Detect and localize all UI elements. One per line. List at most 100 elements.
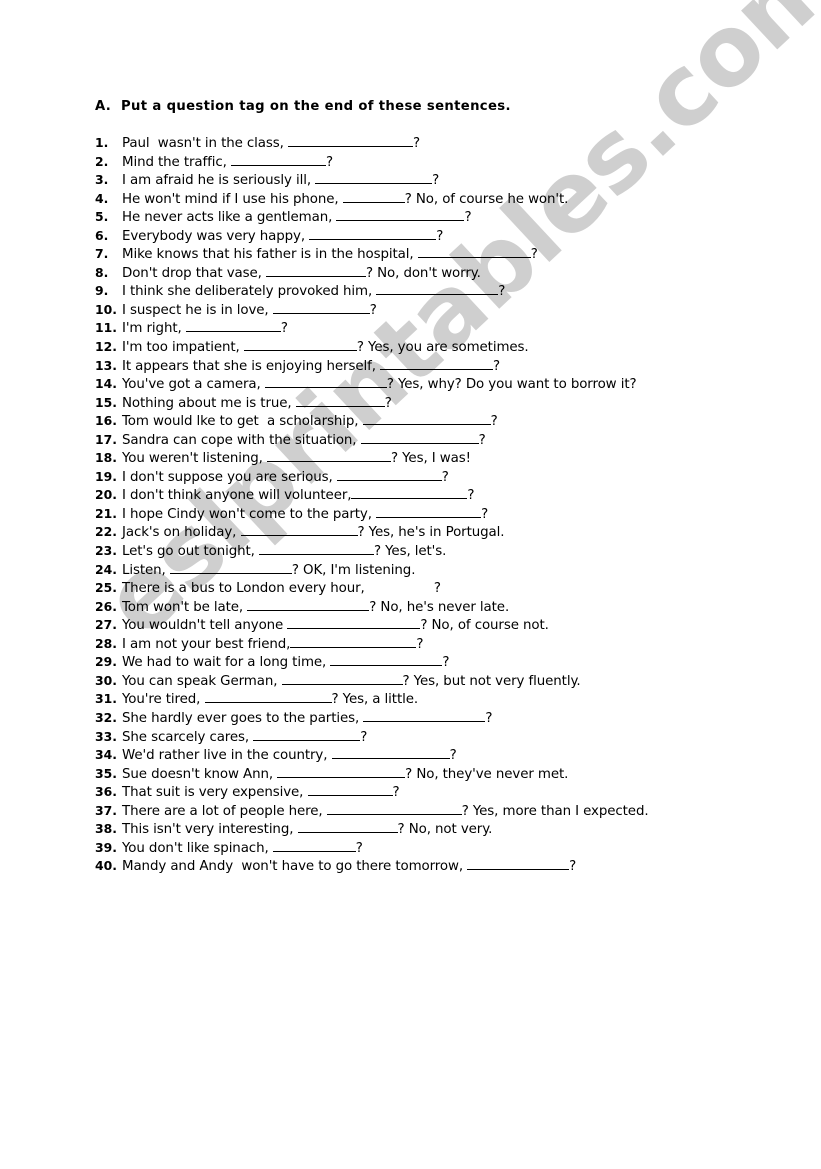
answer-blank[interactable]: [417, 246, 531, 259]
answer-blank[interactable]: [331, 747, 450, 760]
answer-blank[interactable]: [204, 691, 332, 704]
question-sentence: I don't think anyone will volunteer,: [122, 488, 352, 504]
answer-blank[interactable]: [376, 283, 499, 296]
answer-blank[interactable]: [362, 413, 491, 426]
answer-blank[interactable]: [281, 673, 403, 685]
worksheet-heading: A. Put a question tag on the end of thes…: [95, 99, 511, 114]
question-tail: ?: [384, 395, 392, 411]
question-row: 31. You're tired, ? Yes, a little.: [95, 690, 795, 709]
question-body: Mandy and Andy won't have to go there to…: [122, 858, 576, 877]
answer-blank[interactable]: [467, 858, 570, 871]
question-number: 6.: [95, 227, 117, 243]
answer-blank[interactable]: [297, 821, 398, 834]
question-body: Tom would lke to get a scholarship, ?: [122, 413, 498, 432]
question-number: 28.: [95, 635, 117, 651]
question-row: 32. She hardly ever goes to the parties, …: [95, 709, 795, 728]
question-row: 1. Paul wasn't in the class, ?: [95, 134, 795, 153]
answer-blank[interactable]: [330, 654, 443, 667]
question-sentence: You wouldn't tell anyone: [122, 618, 288, 634]
worksheet-page: A. Put a question tag on the end of thes…: [0, 0, 821, 1169]
question-tail: ? No, they've never met.: [405, 766, 569, 782]
question-body: I don't think anyone will volunteer,?: [122, 487, 475, 506]
question-body: She scarcely cares, ?: [122, 729, 367, 748]
answer-blank[interactable]: [185, 320, 281, 333]
question-tail: ?: [530, 247, 538, 263]
answer-blank[interactable]: [277, 766, 406, 778]
answer-blank[interactable]: [342, 191, 405, 203]
question-body: Let's go out tonight, ? Yes, let's.: [122, 543, 446, 562]
question-row: 16. Tom would lke to get a scholarship, ?: [95, 412, 795, 431]
question-row: 13. It appears that she is enjoying herse…: [95, 357, 795, 376]
question-number: 1.: [95, 135, 117, 150]
question-sentence: I think she deliberately provoked him,: [122, 284, 377, 300]
question-tail: ?: [485, 710, 493, 726]
question-tail: ? No, of course not.: [420, 618, 549, 634]
question-sentence: That suit is very expensive,: [122, 785, 308, 801]
answer-blank[interactable]: [360, 432, 479, 444]
question-sentence: I suspect he is in love,: [122, 302, 273, 318]
question-sentence: You've got a camera,: [122, 377, 265, 393]
answer-blank[interactable]: [309, 228, 437, 240]
question-row: 2. Mind the traffic, ?: [95, 153, 795, 172]
answer-blank[interactable]: [169, 562, 292, 574]
answer-blank[interactable]: [258, 543, 374, 556]
question-row: 3. I am afraid he is seriously ill, ?: [95, 171, 795, 190]
question-number: 23.: [95, 543, 117, 559]
answer-blank[interactable]: [290, 636, 417, 648]
question-sentence: You weren't listening,: [122, 451, 267, 467]
answer-blank[interactable]: [307, 784, 393, 797]
question-row: 35. Sue doesn't know Ann, ? No, they've n…: [95, 765, 795, 784]
question-number: 4.: [95, 190, 117, 206]
answer-blank[interactable]: [315, 172, 433, 185]
answer-blank[interactable]: [295, 395, 385, 407]
answer-blank[interactable]: [336, 209, 465, 222]
answer-blank[interactable]: [287, 135, 413, 147]
answer-blank[interactable]: [369, 581, 434, 592]
question-sentence: Jack's on holiday,: [122, 525, 241, 541]
question-tail: ?: [412, 136, 420, 151]
answer-blank[interactable]: [253, 729, 361, 741]
question-sentence: I'm right,: [122, 321, 186, 337]
question-number: 10.: [95, 301, 117, 317]
answer-blank[interactable]: [240, 525, 358, 537]
answer-blank[interactable]: [363, 710, 486, 722]
question-tail: ?: [478, 432, 486, 448]
question-tail: ? Yes, but not very fluently.: [402, 673, 581, 689]
answer-blank[interactable]: [247, 599, 370, 611]
answer-blank[interactable]: [265, 265, 366, 277]
question-tail: ?: [432, 173, 440, 189]
question-sentence: I am not your best friend,: [122, 636, 291, 652]
question-number: 21.: [95, 505, 117, 521]
answer-blank[interactable]: [287, 617, 421, 630]
question-row: 28. I am not your best friend,?: [95, 635, 795, 654]
question-row: 19. I don't suppose you are serious, ?: [95, 468, 795, 487]
answer-blank[interactable]: [326, 803, 462, 815]
question-body: I hope Cindy won't come to the party, ?: [122, 506, 488, 525]
question-body: We had to wait for a long time, ?: [122, 654, 449, 673]
question-tail: ?: [493, 358, 501, 374]
answer-blank[interactable]: [266, 450, 391, 463]
answer-blank[interactable]: [336, 469, 442, 481]
answer-blank[interactable]: [243, 339, 357, 352]
question-row: 40. Mandy and Andy won't have to go there…: [95, 857, 795, 876]
answer-blank[interactable]: [272, 840, 356, 852]
question-number: 26.: [95, 598, 117, 614]
question-tail: ?: [442, 655, 450, 671]
question-row: 38. This isn't very interesting, ? No, no…: [95, 820, 795, 839]
question-number: 31.: [95, 691, 117, 707]
question-list: 1. Paul wasn't in the class, ? 2. Mind th…: [95, 134, 795, 876]
answer-blank[interactable]: [351, 487, 468, 500]
question-tail: ?: [498, 284, 506, 300]
answer-blank[interactable]: [264, 376, 387, 389]
answer-blank[interactable]: [380, 358, 494, 370]
question-row: 24. Listen, ? OK, I'm listening.: [95, 561, 795, 580]
question-sentence: You don't like spinach,: [122, 840, 273, 856]
answer-blank[interactable]: [272, 302, 370, 314]
question-row: 15. Nothing about me is true, ?: [95, 394, 795, 413]
question-number: 15.: [95, 394, 117, 410]
answer-blank[interactable]: [376, 506, 482, 518]
question-row: 10. I suspect he is in love, ?: [95, 301, 795, 320]
question-tail: ?: [355, 840, 363, 856]
question-row: 6. Everybody was very happy, ?: [95, 227, 795, 246]
answer-blank[interactable]: [230, 154, 326, 166]
